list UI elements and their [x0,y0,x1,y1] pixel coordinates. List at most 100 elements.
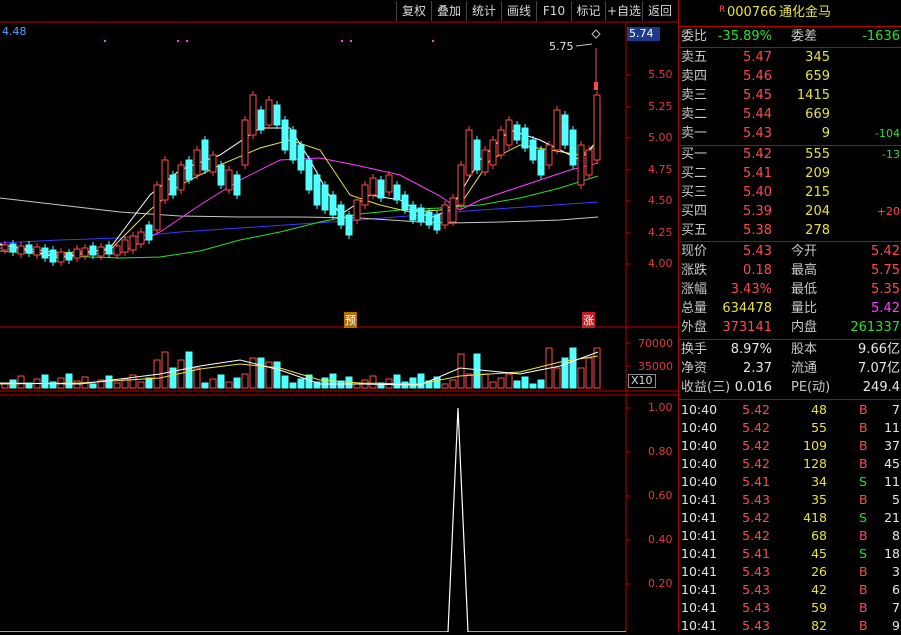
candle-body [273,104,281,126]
tick-row: 10:41 5.43 42 B 6 [681,582,900,597]
weicha-value: -1636 [862,29,900,44]
candle-body [209,154,217,173]
candle-body [449,197,457,223]
volume-bar [225,381,233,389]
candle-body [473,139,481,171]
bids-change: +20 [876,205,900,218]
volume-bar [209,378,217,389]
candle-body [577,144,585,186]
tick-row: 10:40 5.42 128 B 45 [681,456,900,471]
candle-body [129,235,137,251]
candle-body [497,129,505,156]
candle-body [161,159,169,201]
candle-body [585,149,593,176]
volume-bar [289,382,297,389]
volume-bar [465,373,473,389]
ma120-line [0,197,599,224]
quote-panel: R 000766 通化金马 委比 -35.89% 委差 -1636 卖五 5.47… [678,0,901,633]
candle-body [401,194,409,211]
volume-bar [185,351,193,389]
volume-bar [105,375,113,389]
asks-volume: 669 [805,107,830,122]
bids-price: 5.41 [743,166,772,181]
ma20-line [0,157,599,256]
volume-bar [457,353,465,389]
asks-row: 卖一 5.43 9 -104 [681,126,900,141]
candle-body [433,214,441,231]
volume-bar [297,378,305,389]
volume-bar [241,373,249,389]
candle-body [169,174,177,196]
signal-dots [104,40,434,42]
volume-bar [561,357,569,389]
asks-price: 5.47 [743,50,772,65]
volume-bar [137,381,145,389]
bids-row: 买三 5.40 215 [681,185,830,200]
candle-body [505,119,513,146]
kline-chart[interactable] [0,0,678,632]
current-price-tag: 5.74 [627,27,660,41]
tick-row: 10:41 5.42 68 B 8 [681,528,900,543]
candle-body [225,169,233,191]
tick-row: 10:40 5.42 55 B 11 [681,420,900,435]
candle-body [537,149,545,176]
asks-row: 卖五 5.47 345 [681,50,830,65]
bids-volume: 278 [805,223,830,238]
quote-row-3: 涨幅 3.43% 最低 5.35 [681,282,900,297]
y-tick-475: 4.75 [648,163,673,176]
high-marker-label: 5.75 [549,40,574,53]
vol-tick-70000: 70000 [638,337,673,350]
asks-row: 卖三 5.45 1415 [681,88,830,103]
volume-bar [89,383,97,389]
candle-body [561,114,569,146]
bids-volume: 204 [805,204,830,219]
candle-body [57,251,65,263]
candle-body [89,245,97,256]
y-tick-500: 5.00 [648,131,673,144]
stock-name: 通化金马 [779,5,832,20]
candle-body [489,139,497,166]
volume-bar [113,382,121,389]
bids-row: 买五 5.38 278 [681,223,830,238]
bids-volume: 215 [805,185,830,200]
y-tick-550: 5.50 [648,68,673,81]
candle-body [41,247,49,259]
asks-row: 卖二 5.44 669 [681,107,830,122]
candle-body [441,204,449,226]
candle-body [297,144,305,171]
tick-row: 10:40 5.42 48 B 7 [681,402,900,417]
candle-body [73,248,81,259]
rise-badge: 涨 [582,312,595,328]
stock-code: 000766 [727,5,777,20]
bids-volume: 209 [805,166,830,181]
quote-row-7: 净资 2.37 流通 7.07亿 [681,361,900,376]
volume-bar [585,357,593,389]
volume-bar [17,375,25,389]
candle-body [233,174,241,196]
volume-bar [233,377,241,389]
volume-bar [441,383,449,389]
volume-bar [273,361,281,389]
bids-row: 买二 5.41 209 [681,166,830,181]
candle-body [481,149,489,173]
asks-row: 卖四 5.46 659 [681,69,830,84]
forecast-badge: 预 [344,312,357,328]
volume-bar [201,382,209,389]
candle-body [33,246,41,256]
bids-price: 5.40 [743,185,772,200]
candle-body [17,245,25,255]
y-tick-525: 5.25 [648,100,673,113]
volume-bar [417,373,425,389]
candles [1,91,601,266]
bids-row: 买一 5.42 555 -13 [681,147,900,162]
volume-bar [553,367,561,389]
quote-row-1: 现价 5.43 今开 5.42 [681,244,900,259]
candle-body [289,129,297,161]
candle-body [457,164,465,206]
candle-body [377,179,385,199]
volume-bar [73,380,81,389]
volume-bar [1,383,9,389]
r-badge: R [719,5,726,15]
tick-row: 10:41 5.43 59 B 7 [681,600,900,615]
volume-bar [257,357,265,389]
